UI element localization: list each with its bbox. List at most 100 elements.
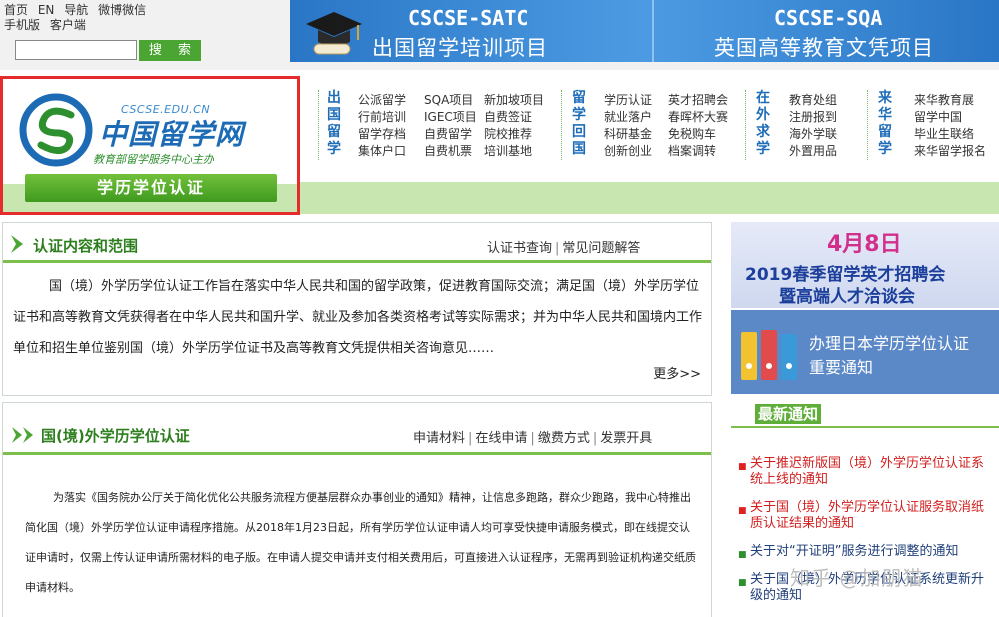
navigation-link[interactable]: 导航 [64,3,88,17]
nav-link[interactable]: 档案调转 [668,143,728,160]
nav-link[interactable]: 创新创业 [604,143,652,160]
section-certification: 国(境)外学历学位认证 申请材料 | 在线申请 | 缴费方式 | 发票开具 为落实《国务院办… [2,402,712,617]
nav-link[interactable]: 就业落户 [604,109,652,126]
news-divider [731,426,999,428]
bullet-icon: ■ [738,506,747,516]
top-banner[interactable]: CSCSE-SATC 出国留学培训项目 CSCSE-SQA 英国高等教育文凭项目 [290,0,999,62]
nav-column: 教育处组 注册报到 海外学联 外置用品 [789,92,837,160]
section-title: 国(境)外学历学位认证 [41,427,190,445]
nav-link[interactable]: SQA项目 [424,92,477,109]
nav-link[interactable]: 外置用品 [789,143,837,160]
nav-group-heading: 留学回国 [572,90,586,157]
nav-group-heading: 在外求学 [756,90,770,157]
nav-column: 英才招聘会 春晖杯大赛 免税购车 档案调转 [668,92,728,160]
faq-link[interactable]: 常见问题解答 [562,241,640,256]
nav-group-heading: 出国留学 [327,90,341,157]
nav-column: 学历认证 就业落户 科研基金 创新创业 [604,92,652,160]
nav-link[interactable]: 集体户口 [358,143,406,160]
japan-notice-banner[interactable]: 办理日本学历学位认证 重要通知 [731,310,999,394]
nav-link[interactable]: 注册报到 [789,109,837,126]
job-fair-date: 4月8日 [827,232,902,257]
banner-sqa-subtitle: 英国高等教育文凭项目 [714,36,934,60]
nav-link[interactable]: 自费签证 [484,109,544,126]
news-item-text: 关于国（境）外学历学位认证服务取消纸质认证结果的通知 [750,500,985,531]
payment-method-link[interactable]: 缴费方式 [538,431,590,446]
job-fair-subtitle: 暨高端人才洽谈会 [779,287,915,307]
nav-link[interactable]: 行前培训 [358,109,406,126]
section-links: 申请材料 | 在线申请 | 缴费方式 | 发票开具 [413,431,653,446]
chevron-right-icon [11,235,23,253]
section-title: 认证内容和范围 [33,237,139,255]
nav-link[interactable]: 公派留学 [358,92,406,109]
nav-divider [318,90,319,160]
latest-notices-title: 最新通知 [755,404,822,424]
section-scope: 认证内容和范围 认证书查询 | 常见问题解答 国（境）外学历学位认证工作旨在落实中华… [2,222,712,396]
nav-link[interactable]: 学历认证 [604,92,652,109]
weibo-wechat-link[interactable]: 微博微信 [98,3,146,17]
nav-link[interactable]: 春晖杯大赛 [668,109,728,126]
bullet-icon: ■ [738,462,747,472]
online-application-link[interactable]: 在线申请 [475,431,527,446]
english-link[interactable]: EN [38,3,55,17]
client-link[interactable]: 客户端 [50,18,86,32]
logo-slogan: 教育部留学服务中心主办 [93,153,214,166]
japan-notice-subtitle: 重要通知 [809,358,874,377]
graduation-cap-icon [306,12,362,55]
section-body-text: 为落实《国务院办公厅关于简化优化公共服务流程方便基层群众办事创业的通知》精神，让… [25,491,696,594]
news-item[interactable]: ■ 关于国（境）外学历学位认证服务取消纸质认证结果的通知 [736,500,994,532]
nav-divider [561,90,562,160]
nav-link[interactable]: 留学存档 [358,126,406,143]
more-link[interactable]: 更多>> [653,363,701,382]
nav-link[interactable]: 科研基金 [604,126,652,143]
nav-link[interactable]: IGEC项目 [424,109,477,126]
japan-notice-title: 办理日本学历学位认证 [809,334,970,353]
logo-name: 中国留学网 [99,118,245,151]
cscse-emblem-icon [19,93,93,167]
nav-column: SQA项目 IGEC项目 自费留学 自费机票 [424,92,477,160]
news-item-text: 关于推迟新版国（境）外学历学位认证系统上线的通知 [750,456,985,487]
nav-link[interactable]: 免税购车 [668,126,728,143]
home-link[interactable]: 首页 [4,3,28,17]
news-list: ■ 关于推迟新版国（境）外学历学位认证系统上线的通知 ■ 关于国（境）外学历学位… [736,456,994,616]
invoice-link[interactable]: 发票开具 [600,431,652,446]
nav-link[interactable]: 来华教育展 [914,92,986,109]
application-materials-link[interactable]: 申请材料 [413,431,465,446]
nav-link[interactable]: 英才招聘会 [668,92,728,109]
header-green-bar [300,182,999,214]
nav-link[interactable]: 自费机票 [424,143,477,160]
nav-column: 公派留学 行前培训 留学存档 集体户口 [358,92,406,160]
section-header: 国(境)外学历学位认证 申请材料 | 在线申请 | 缴费方式 | 发票开具 [3,403,711,455]
news-item-text: 关于对“开证明”服务进行调整的通知 [750,544,959,559]
mobile-link[interactable]: 手机版 [4,18,40,32]
banner-satc-title: CSCSE-SATC [408,6,529,30]
banner-satc[interactable]: CSCSE-SATC 出国留学培训项目 [290,0,652,62]
nav-link[interactable]: 自费留学 [424,126,477,143]
nav-link[interactable]: 海外学联 [789,126,837,143]
bullet-icon: ■ [738,550,747,560]
news-item[interactable]: ■ 关于推迟新版国（境）外学历学位认证系统上线的通知 [736,456,994,488]
banner-sqa-title: CSCSE-SQA [774,6,883,30]
nav-link[interactable]: 院校推荐 [484,126,544,143]
binders-icon [741,330,797,380]
top-links: 首页 EN 导航 微博微信 手机版 客户端 [4,3,152,32]
nav-link[interactable]: 留学中国 [914,109,986,126]
banner-sqa[interactable]: CSCSE-SQA 英国高等教育文凭项目 [652,0,999,62]
nav-link[interactable]: 来华留学报名 [914,143,986,160]
nav-link[interactable]: 毕业生联络 [914,126,986,143]
nav-divider [867,90,868,160]
section-links: 认证书查询 | 常见问题解答 [487,241,641,256]
site-logo-block[interactable]: CSCSE.EDU.CN 中国留学网 教育部留学服务中心主办 学历学位认证 [0,76,300,215]
search-button[interactable]: 搜 索 [139,40,201,61]
nav-link[interactable]: 新加坡项目 [484,92,544,109]
nav-divider [745,90,746,160]
banner-satc-subtitle: 出国留学培训项目 [372,36,548,60]
news-item[interactable]: ■ 关于对“开证明”服务进行调整的通知 [736,544,994,560]
nav-link[interactable]: 培训基地 [484,143,544,160]
search-input[interactable] [15,40,137,60]
job-fair-banner[interactable]: 4月8日 2019春季留学英才招聘会 暨高端人才洽谈会 [731,222,999,308]
section-header: 认证内容和范围 认证书查询 | 常见问题解答 [3,223,711,263]
nav-column: 来华教育展 留学中国 毕业生联络 来华留学报名 [914,92,986,160]
certificate-query-link[interactable]: 认证书查询 [487,241,552,256]
nav-link[interactable]: 教育处组 [789,92,837,109]
logo-ribbon: 学历学位认证 [25,174,277,202]
